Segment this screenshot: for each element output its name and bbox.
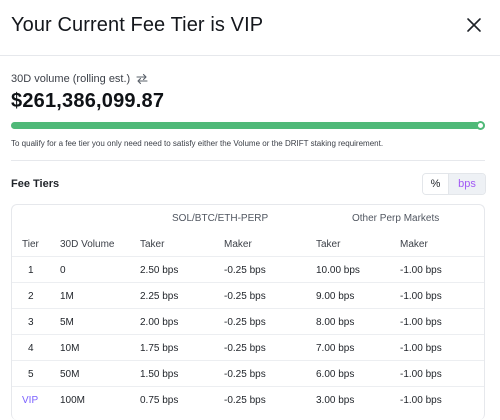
column-header-maker-other: Maker xyxy=(400,239,428,250)
taker-other-cell: 8.00 bps xyxy=(316,317,355,328)
close-icon xyxy=(467,18,481,32)
fee-tiers-table: SOL/BTC/ETH-PERP Other Perp Markets Tier… xyxy=(11,204,485,420)
volume-label: 30D volume (rolling est.) xyxy=(11,73,131,85)
table-group-header: SOL/BTC/ETH-PERP Other Perp Markets xyxy=(12,205,484,231)
volume-progress-fill xyxy=(11,122,481,129)
section-divider xyxy=(11,160,485,161)
maker-other-cell: -1.00 bps xyxy=(400,369,442,380)
maker-cell: -0.25 bps xyxy=(224,395,266,406)
volume-cell: 10M xyxy=(60,343,80,354)
table-row: 5 50M 1.50 bps -0.25 bps 6.00 bps -1.00 … xyxy=(12,361,484,387)
volume-label-row: 30D volume (rolling est.) xyxy=(11,73,148,85)
table-header-row: Tier 30D Volume Taker Maker Taker Maker xyxy=(12,231,484,257)
table-row: 2 1M 2.25 bps -0.25 bps 9.00 bps -1.00 b… xyxy=(12,283,484,309)
fee-tiers-title: Fee Tiers xyxy=(11,178,60,190)
tier-cell-vip: VIP xyxy=(22,395,39,406)
qualification-note: To qualify for a fee tier you only need … xyxy=(11,139,384,148)
taker-other-cell: 10.00 bps xyxy=(316,265,360,276)
column-header-tier: Tier xyxy=(22,239,39,250)
maker-other-cell: -1.00 bps xyxy=(400,291,442,302)
unit-bps-button[interactable]: bps xyxy=(448,174,485,194)
tier-cell: 4 xyxy=(28,343,34,354)
volume-cell: 0 xyxy=(60,265,66,276)
maker-other-cell: -1.00 bps xyxy=(400,265,442,276)
tier-cell: 3 xyxy=(28,317,34,328)
column-header-taker: Taker xyxy=(140,239,165,250)
modal-title: Your Current Fee Tier is VIP xyxy=(11,14,264,36)
swap-arrows-icon[interactable] xyxy=(136,73,148,85)
taker-cell: 2.25 bps xyxy=(140,291,179,302)
taker-cell: 1.75 bps xyxy=(140,343,179,354)
taker-other-cell: 7.00 bps xyxy=(316,343,355,354)
tier-cell: 5 xyxy=(28,369,34,380)
maker-cell: -0.25 bps xyxy=(224,291,266,302)
volume-value: $261,386,099.87 xyxy=(11,90,165,112)
close-button[interactable] xyxy=(464,15,484,35)
table-row-vip: VIP 100M 0.75 bps -0.25 bps 3.00 bps -1.… xyxy=(12,387,484,413)
maker-cell: -0.25 bps xyxy=(224,369,266,380)
volume-cell: 100M xyxy=(60,395,86,406)
maker-cell: -0.25 bps xyxy=(224,265,266,276)
taker-cell: 1.50 bps xyxy=(140,369,179,380)
taker-cell: 2.00 bps xyxy=(140,317,179,328)
column-header-volume: 30D Volume xyxy=(60,239,115,250)
taker-other-cell: 9.00 bps xyxy=(316,291,355,302)
volume-cell: 5M xyxy=(60,317,74,328)
taker-other-cell: 3.00 bps xyxy=(316,395,355,406)
group-header-other-perps: Other Perp Markets xyxy=(352,213,440,224)
maker-other-cell: -1.00 bps xyxy=(400,317,442,328)
maker-other-cell: -1.00 bps xyxy=(400,395,442,406)
volume-cell: 50M xyxy=(60,369,80,380)
tier-cell: 1 xyxy=(28,265,34,276)
table-row: 1 0 2.50 bps -0.25 bps 10.00 bps -1.00 b… xyxy=(12,257,484,283)
unit-toggle: % bps xyxy=(422,173,486,195)
maker-other-cell: -1.00 bps xyxy=(400,343,442,354)
maker-cell: -0.25 bps xyxy=(224,343,266,354)
maker-cell: -0.25 bps xyxy=(224,317,266,328)
modal-header: Your Current Fee Tier is VIP xyxy=(0,0,500,56)
taker-cell: 2.50 bps xyxy=(140,265,179,276)
column-header-maker: Maker xyxy=(224,239,252,250)
volume-cell: 1M xyxy=(60,291,74,302)
group-header-major-perps: SOL/BTC/ETH-PERP xyxy=(172,213,269,224)
taker-other-cell: 6.00 bps xyxy=(316,369,355,380)
taker-cell: 0.75 bps xyxy=(140,395,179,406)
volume-progress-knob xyxy=(476,121,485,130)
table-row: 4 10M 1.75 bps -0.25 bps 7.00 bps -1.00 … xyxy=(12,335,484,361)
column-header-taker-other: Taker xyxy=(316,239,341,250)
volume-progress-bar xyxy=(11,121,485,130)
tier-cell: 2 xyxy=(28,291,34,302)
table-row: 3 5M 2.00 bps -0.25 bps 8.00 bps -1.00 b… xyxy=(12,309,484,335)
unit-percent-button[interactable]: % xyxy=(423,174,448,194)
